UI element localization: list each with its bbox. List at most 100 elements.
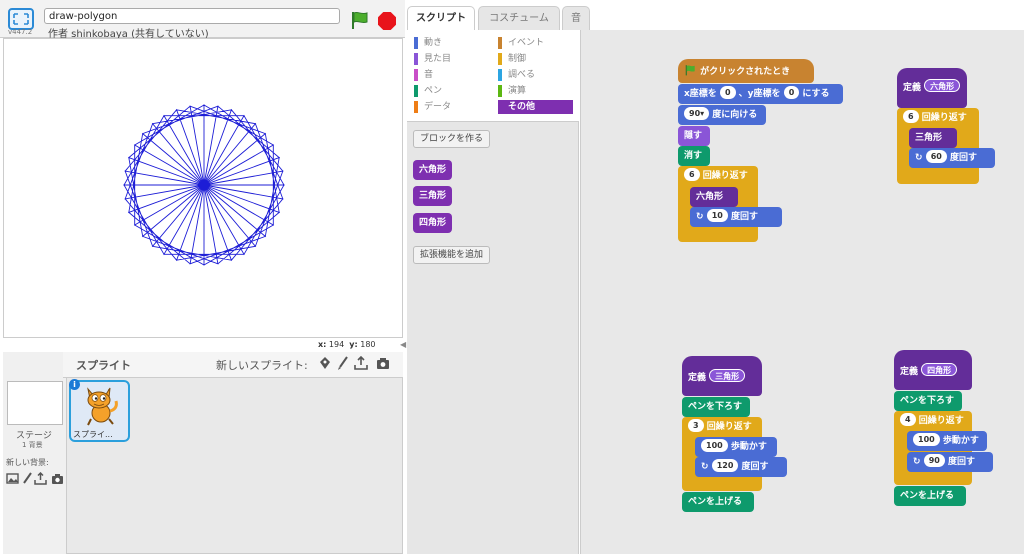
- define-name: 六角形: [924, 79, 961, 92]
- backdrop-count: 1 背景: [22, 441, 43, 449]
- green-flag-icon[interactable]: [350, 10, 370, 30]
- pen-down-block[interactable]: ペンを下ろす: [894, 391, 962, 411]
- go-to-xy-block[interactable]: x座標を 0 、y座標を 0 にする: [678, 84, 843, 104]
- pen-up-block[interactable]: ペンを上げる: [894, 486, 966, 506]
- turn-degrees-input[interactable]: 120: [711, 459, 739, 472]
- goto-label-c: にする: [802, 89, 830, 99]
- paint-brush-icon[interactable]: [336, 356, 350, 370]
- stage[interactable]: [3, 38, 403, 338]
- repeat-header: 4 回繰り返す: [894, 411, 972, 431]
- category-data[interactable]: データ: [414, 100, 492, 114]
- repeat-count-input[interactable]: 6: [684, 168, 700, 181]
- turn-degrees-input[interactable]: 60: [925, 150, 947, 163]
- category-sound[interactable]: 音: [414, 68, 492, 82]
- define-hexagon-block[interactable]: 定義 六角形: [897, 68, 967, 108]
- camera-icon[interactable]: [376, 356, 390, 370]
- repeat-header: 6 回繰り返す: [897, 108, 979, 128]
- pen-up-block[interactable]: ペンを上げる: [682, 492, 754, 512]
- backdrop-upload-icon[interactable]: [34, 472, 47, 485]
- mouse-coordinates: x: 194 y: 180: [318, 340, 376, 349]
- repeat-count-input[interactable]: 6: [903, 110, 919, 123]
- define-label: 定義: [900, 367, 919, 377]
- direction-dropdown[interactable]: 90▾: [684, 107, 710, 120]
- stage-thumbnail[interactable]: [7, 381, 63, 425]
- pen-down-block[interactable]: ペンを下ろす: [682, 397, 750, 417]
- palette-block-triangle[interactable]: 三角形: [413, 186, 453, 206]
- category-pen[interactable]: ペン: [414, 84, 492, 98]
- hide-block[interactable]: 隠す: [678, 126, 710, 146]
- when-flag-clicked-block[interactable]: がクリックされたとき: [678, 59, 814, 83]
- repeat-header: 6 回繰り返す: [678, 166, 758, 186]
- turn-label: 度回す: [949, 153, 977, 163]
- turn-icon: ↻: [913, 457, 921, 467]
- sprite-name: スプライ...: [73, 430, 113, 439]
- make-block-button[interactable]: ブロックを作る: [413, 130, 491, 148]
- define-name: 三角形: [709, 369, 746, 382]
- move-steps-input[interactable]: 100: [701, 439, 728, 452]
- move-steps-input[interactable]: 100: [913, 433, 940, 446]
- define-label: 定義: [903, 83, 922, 93]
- turn-label: 度回す: [741, 462, 769, 472]
- version-label: v447.2: [8, 28, 33, 36]
- clear-block[interactable]: 消す: [678, 146, 710, 166]
- category-events[interactable]: イベント: [498, 36, 573, 50]
- define-square-block[interactable]: 定義 四角形: [894, 350, 972, 390]
- y-coord-label: y:: [349, 340, 358, 349]
- turn-label: 度回す: [947, 457, 975, 467]
- pen-drawing: [123, 104, 285, 266]
- backdrop-library-icon[interactable]: [6, 472, 19, 485]
- backdrop-paint-icon[interactable]: [21, 472, 34, 485]
- new-sprite-label: 新しいスプライト:: [216, 359, 308, 372]
- turn-block[interactable]: ↻ 90 度回す: [907, 452, 993, 472]
- sprite-library-icon[interactable]: [318, 356, 332, 370]
- repeat-count-input[interactable]: 3: [688, 419, 704, 432]
- point-in-direction-block[interactable]: 90▾ 度に向ける: [678, 105, 766, 125]
- move-label: 歩動かす: [942, 436, 979, 446]
- tab-scripts[interactable]: スクリプト: [407, 6, 475, 30]
- call-triangle-block[interactable]: 三角形: [909, 128, 957, 148]
- repeat-label: 回繰り返す: [702, 171, 748, 181]
- backdrop-camera-icon[interactable]: [51, 472, 64, 485]
- repeat-label: 回繰り返す: [706, 422, 752, 432]
- category-more-blocks[interactable]: その他: [498, 100, 573, 114]
- goto-y-input[interactable]: 0: [783, 86, 800, 99]
- tab-costumes[interactable]: コスチューム: [478, 6, 560, 30]
- category-motion[interactable]: 動き: [414, 36, 492, 50]
- palette-block-square[interactable]: 四角形: [413, 213, 453, 233]
- define-name: 四角形: [921, 363, 958, 376]
- repeat-count-input[interactable]: 4: [900, 413, 916, 426]
- turn-label: 度回す: [730, 212, 758, 222]
- add-extension-button[interactable]: 拡張機能を追加: [413, 246, 491, 264]
- define-triangle-block[interactable]: 定義 三角形: [682, 356, 762, 396]
- x-coord-label: x:: [318, 340, 327, 349]
- move-block[interactable]: 100 歩動かす: [907, 431, 987, 451]
- call-hexagon-block[interactable]: 六角形: [690, 187, 738, 207]
- define-label: 定義: [688, 373, 707, 383]
- goto-x-input[interactable]: 0: [719, 86, 736, 99]
- project-title-input[interactable]: [44, 8, 340, 24]
- move-label: 歩動かす: [730, 442, 767, 452]
- turn-block[interactable]: ↻ 120 度回す: [695, 457, 787, 477]
- goto-label-b: 、y座標を: [738, 89, 781, 99]
- point-label: 度に向ける: [712, 110, 758, 120]
- move-block[interactable]: 100 歩動かす: [695, 437, 777, 457]
- category-control[interactable]: 制御: [498, 52, 573, 66]
- palette-block-hexagon[interactable]: 六角形: [413, 160, 453, 180]
- pen-lines: [123, 104, 285, 266]
- goto-label-a: x座標を: [684, 89, 717, 99]
- turn-degrees-input[interactable]: 90: [923, 454, 945, 467]
- tab-sounds[interactable]: 音: [562, 6, 590, 30]
- turn-block[interactable]: ↻ 60 度回す: [909, 148, 995, 168]
- category-looks[interactable]: 見た目: [414, 52, 492, 66]
- sprites-title: スプライト: [76, 359, 131, 372]
- category-sensing[interactable]: 調べる: [498, 68, 573, 82]
- turn-icon: ↻: [696, 212, 704, 222]
- turn-icon: ↻: [915, 153, 923, 163]
- green-flag-icon: [685, 65, 695, 76]
- turn-degrees-input[interactable]: 10: [706, 209, 728, 222]
- category-operators[interactable]: 演算: [498, 84, 573, 98]
- upload-icon[interactable]: [354, 356, 368, 370]
- stop-icon[interactable]: [378, 12, 396, 30]
- cat-sprite-icon: [87, 387, 118, 426]
- turn-block[interactable]: ↻ 10 度回す: [690, 207, 782, 227]
